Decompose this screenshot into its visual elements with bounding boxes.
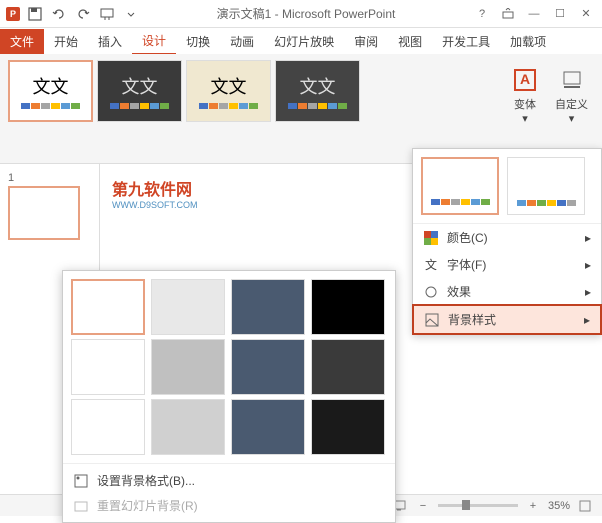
chevron-down-icon: ▾ xyxy=(569,112,575,125)
themes-gallery: 文文 文文 文文 文文 xyxy=(8,60,360,122)
variant-menu: 颜色(C) ▸ 文 字体(F) ▸ 效果 ▸ 背景样式 ▸ xyxy=(413,223,601,335)
slide-thumbnail-1[interactable] xyxy=(8,186,80,240)
bg-style-6[interactable] xyxy=(151,339,225,395)
bg-style-7[interactable] xyxy=(231,339,305,395)
tab-animations[interactable]: 动画 xyxy=(220,29,264,54)
tab-slideshow[interactable]: 幻灯片放映 xyxy=(264,29,344,54)
fonts-icon: 文 xyxy=(423,257,439,273)
background-styles-grid xyxy=(63,271,395,463)
variant-thumb-2[interactable] xyxy=(507,157,585,215)
zoom-out-button[interactable]: − xyxy=(414,498,432,514)
chevron-right-icon: ▸ xyxy=(585,285,591,299)
color-strip xyxy=(21,103,80,109)
save-button[interactable] xyxy=(24,3,46,25)
chevron-right-icon: ▸ xyxy=(585,258,591,272)
tab-file[interactable]: 文件 xyxy=(0,29,44,54)
bg-style-10[interactable] xyxy=(151,399,225,455)
start-slideshow-button[interactable] xyxy=(96,3,118,25)
customize-button[interactable]: 自定义 ▾ xyxy=(549,64,594,127)
tab-transitions[interactable]: 切换 xyxy=(176,29,220,54)
effects-icon xyxy=(423,284,439,300)
fonts-menu-item[interactable]: 文 字体(F) ▸ xyxy=(413,251,601,278)
bg-style-11[interactable] xyxy=(231,399,305,455)
qat-more-button[interactable] xyxy=(120,3,142,25)
bg-style-5[interactable] xyxy=(71,339,145,395)
ribbon-right-buttons: A 变体 ▾ 自定义 ▾ xyxy=(505,60,594,161)
variant-thumbnails xyxy=(413,149,601,223)
bg-style-9[interactable] xyxy=(71,399,145,455)
fit-window-button[interactable] xyxy=(576,498,594,514)
tab-developer[interactable]: 开发工具 xyxy=(432,29,500,54)
close-button[interactable]: ✕ xyxy=(574,4,598,24)
zoom-level: 35% xyxy=(548,500,570,512)
app-icon: P xyxy=(4,5,22,23)
tab-view[interactable]: 视图 xyxy=(388,29,432,54)
colors-menu-item[interactable]: 颜色(C) ▸ xyxy=(413,224,601,251)
slide-number: 1 xyxy=(8,172,91,184)
format-background-item[interactable]: 设置背景格式(B)... xyxy=(63,468,395,493)
minimize-button[interactable]: — xyxy=(522,4,546,24)
variant-thumb-1[interactable] xyxy=(421,157,499,215)
svg-text:A: A xyxy=(520,71,530,87)
tab-home[interactable]: 开始 xyxy=(44,29,88,54)
quick-access-toolbar: P xyxy=(4,3,142,25)
background-popup-footer: 设置背景格式(B)... 重置幻灯片背景(R) xyxy=(63,463,395,522)
bg-style-3[interactable] xyxy=(231,279,305,335)
tab-design[interactable]: 设计 xyxy=(132,28,176,55)
theme-dark[interactable]: 文文 xyxy=(275,60,360,122)
window-title: 演示文稿1 - Microsoft PowerPoint xyxy=(142,5,470,22)
background-icon xyxy=(424,312,440,328)
zoom-handle[interactable] xyxy=(462,500,470,510)
bg-style-8[interactable] xyxy=(311,339,385,395)
effects-menu-item[interactable]: 效果 ▸ xyxy=(413,278,601,305)
background-styles-popup: 设置背景格式(B)... 重置幻灯片背景(R) xyxy=(62,270,396,523)
title-bar: P 演示文稿1 - Microsoft PowerPoint ? — ☐ ✕ xyxy=(0,0,602,28)
colors-icon xyxy=(423,230,439,246)
bg-style-1[interactable] xyxy=(71,279,145,335)
ribbon-tabs: 文件 开始 插入 设计 切换 动画 幻灯片放映 审阅 视图 开发工具 加载项 xyxy=(0,28,602,54)
theme-beige[interactable]: 文文 xyxy=(186,60,271,122)
tab-addins[interactable]: 加载项 xyxy=(500,29,556,54)
theme-office[interactable]: 文文 xyxy=(8,60,93,122)
variants-icon: A xyxy=(511,66,539,94)
maximize-button[interactable]: ☐ xyxy=(548,4,572,24)
bg-style-4[interactable] xyxy=(311,279,385,335)
redo-button[interactable] xyxy=(72,3,94,25)
variants-button[interactable]: A 变体 ▾ xyxy=(505,64,545,127)
customize-icon xyxy=(558,66,586,94)
background-styles-menu-item[interactable]: 背景样式 ▸ xyxy=(412,304,602,335)
tab-review[interactable]: 审阅 xyxy=(344,29,388,54)
reset-background-item: 重置幻灯片背景(R) xyxy=(63,493,395,518)
reset-bg-icon xyxy=(73,498,89,514)
theme-black[interactable]: 文文 xyxy=(97,60,182,122)
window-controls: ? — ☐ ✕ xyxy=(470,4,598,24)
zoom-slider[interactable] xyxy=(438,504,518,507)
ribbon-options-button[interactable] xyxy=(496,4,520,24)
bg-style-2[interactable] xyxy=(151,279,225,335)
chevron-right-icon: ▸ xyxy=(585,231,591,245)
format-bg-icon xyxy=(73,473,89,489)
tab-insert[interactable]: 插入 xyxy=(88,29,132,54)
undo-button[interactable] xyxy=(48,3,70,25)
chevron-right-icon: ▸ xyxy=(584,313,590,327)
variants-dropdown: 颜色(C) ▸ 文 字体(F) ▸ 效果 ▸ 背景样式 ▸ xyxy=(412,148,602,335)
zoom-in-button[interactable]: + xyxy=(524,498,542,514)
bg-style-12[interactable] xyxy=(311,399,385,455)
chevron-down-icon: ▾ xyxy=(522,112,528,125)
help-button[interactable]: ? xyxy=(470,4,494,24)
